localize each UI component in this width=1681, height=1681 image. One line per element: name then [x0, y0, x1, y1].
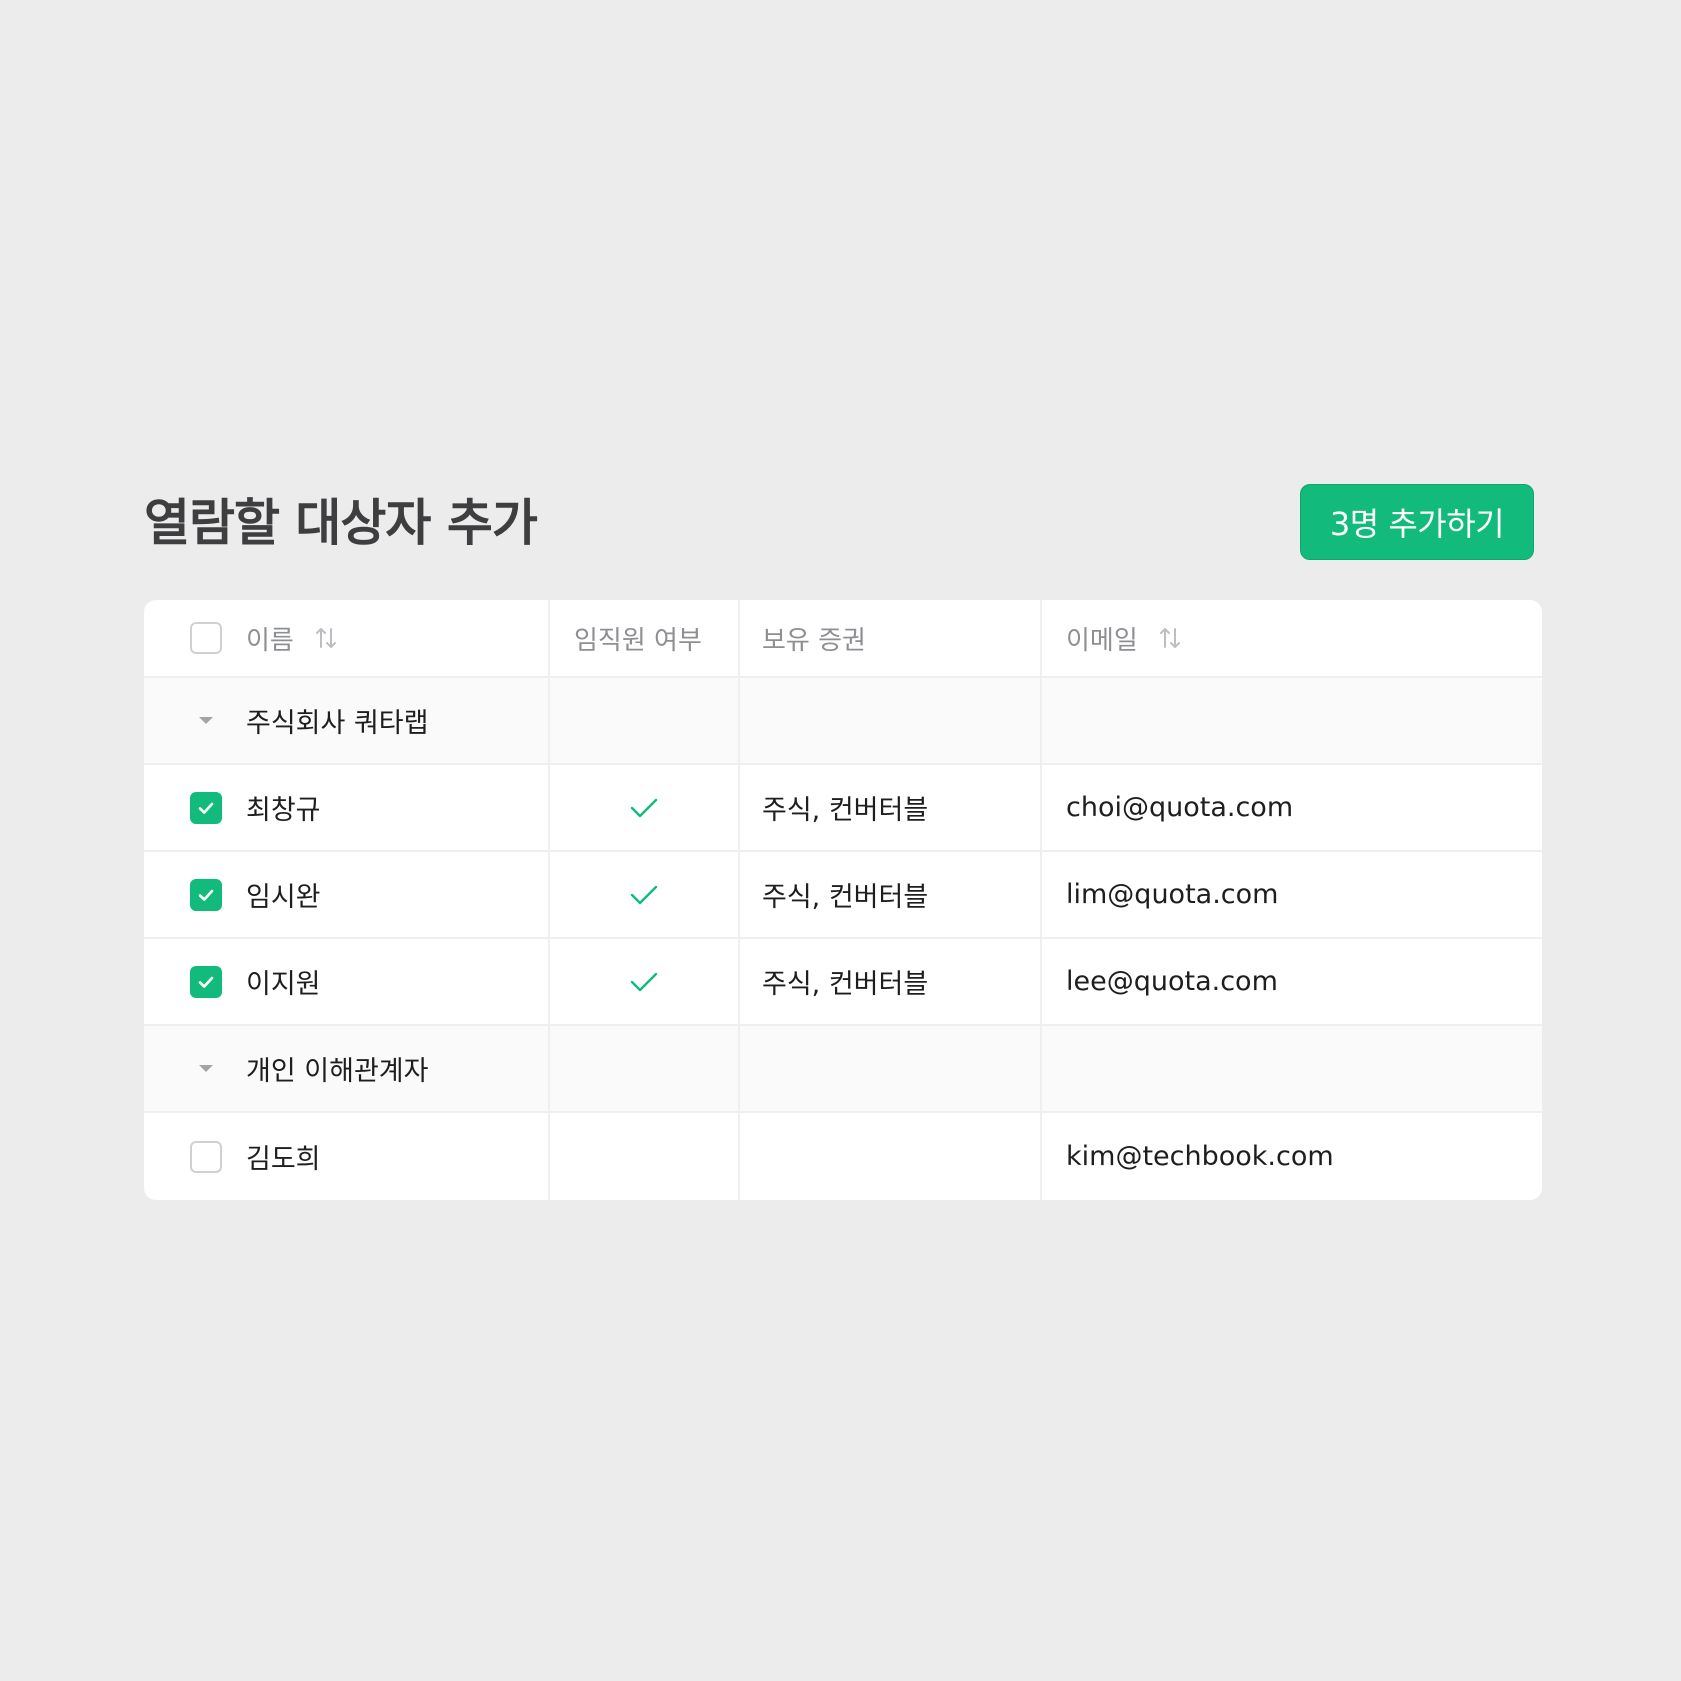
- caret-down-icon[interactable]: [190, 705, 222, 737]
- checkmark-icon: [629, 970, 659, 994]
- person-name: 김도희: [246, 1144, 321, 1175]
- person-name: 이지원: [246, 969, 321, 1000]
- cell-securities: 주식, 컨버터블: [740, 939, 1042, 1024]
- header-cell-employee: 임직원 여부: [550, 600, 740, 676]
- checkmark-icon: [629, 883, 659, 907]
- table-body: 주식회사 쿼타랩 최창규 주식, 컨버터블 choi@quota.com 임시완 주식, …: [144, 678, 1542, 1200]
- sort-icon[interactable]: [314, 625, 338, 651]
- group-row: 개인 이해관계자: [144, 1026, 1542, 1113]
- cell-email: lee@quota.com: [1042, 939, 1542, 1024]
- row-checkbox[interactable]: [190, 965, 222, 998]
- table-row[interactable]: 이지원 주식, 컨버터블 lee@quota.com: [144, 939, 1542, 1026]
- email-text: kim@techbook.com: [1066, 1141, 1334, 1172]
- add-recipients-button[interactable]: 3명 추가하기: [1300, 484, 1534, 560]
- header-cell-email: 이메일: [1042, 600, 1542, 676]
- cell-email: choi@quota.com: [1042, 765, 1542, 850]
- header-cell-securities: 보유 증권: [740, 600, 1042, 676]
- group-cell-securities: [740, 1026, 1042, 1111]
- page-title: 열람할 대상자 추가: [144, 494, 538, 552]
- email-text: choi@quota.com: [1066, 792, 1294, 823]
- column-header-email[interactable]: 이메일: [1066, 620, 1138, 657]
- cell-securities: 주식, 컨버터블: [740, 852, 1042, 937]
- checkmark-icon: [629, 796, 659, 820]
- header: 열람할 대상자 추가 3명 추가하기: [144, 484, 1534, 562]
- cell-employee: [550, 1113, 740, 1200]
- cell-securities: 주식, 컨버터블: [740, 765, 1042, 850]
- table-row[interactable]: 최창규 주식, 컨버터블 choi@quota.com: [144, 765, 1542, 852]
- caret-down-icon[interactable]: [190, 1053, 222, 1085]
- header-cell-name: 이름: [144, 600, 550, 676]
- person-name: 최창규: [246, 795, 321, 826]
- table-row[interactable]: 임시완 주식, 컨버터블 lim@quota.com: [144, 852, 1542, 939]
- email-text: lim@quota.com: [1066, 879, 1279, 910]
- sort-icon[interactable]: [1158, 625, 1182, 651]
- email-text: lee@quota.com: [1066, 966, 1278, 997]
- group-cell-securities: [740, 678, 1042, 763]
- cell-email: kim@techbook.com: [1042, 1113, 1542, 1200]
- person-name: 임시완: [246, 882, 321, 913]
- column-header-name[interactable]: 이름: [246, 620, 294, 657]
- page: 열람할 대상자 추가 3명 추가하기 이름 임직원 여부 보유 증권 이메일 주…: [0, 0, 1681, 1681]
- cell-employee: [550, 852, 740, 937]
- column-header-securities: 보유 증권: [762, 625, 866, 656]
- select-all-checkbox[interactable]: [190, 622, 222, 654]
- cell-employee: [550, 765, 740, 850]
- cell-name: 임시완: [144, 852, 550, 937]
- cell-email: lim@quota.com: [1042, 852, 1542, 937]
- row-checkbox[interactable]: [190, 878, 222, 911]
- row-checkbox[interactable]: [190, 1140, 222, 1173]
- cell-name: 김도희: [144, 1113, 550, 1200]
- group-cell-email: [1042, 678, 1542, 763]
- group-cell-employee: [550, 678, 740, 763]
- column-header-employee: 임직원 여부: [574, 625, 702, 656]
- group-cell-email: [1042, 1026, 1542, 1111]
- group-cell-name: 주식회사 쿼타랩: [144, 678, 550, 763]
- group-cell-employee: [550, 1026, 740, 1111]
- securities-text: 주식, 컨버터블: [762, 795, 929, 826]
- group-cell-name: 개인 이해관계자: [144, 1026, 550, 1111]
- recipients-table: 이름 임직원 여부 보유 증권 이메일 주식회사 쿼타랩최창규주식, 컨버터: [144, 600, 1542, 1200]
- securities-text: 주식, 컨버터블: [762, 969, 929, 1000]
- group-name: 주식회사 쿼타랩: [246, 708, 429, 739]
- cell-employee: [550, 939, 740, 1024]
- cell-name: 이지원: [144, 939, 550, 1024]
- table-row[interactable]: 김도희 kim@techbook.com: [144, 1113, 1542, 1200]
- row-checkbox[interactable]: [190, 791, 222, 824]
- cell-name: 최창규: [144, 765, 550, 850]
- group-name: 개인 이해관계자: [246, 1056, 429, 1087]
- securities-text: 주식, 컨버터블: [762, 882, 929, 913]
- table-header-row: 이름 임직원 여부 보유 증권 이메일: [144, 600, 1542, 678]
- cell-securities: [740, 1113, 1042, 1200]
- group-row: 주식회사 쿼타랩: [144, 678, 1542, 765]
